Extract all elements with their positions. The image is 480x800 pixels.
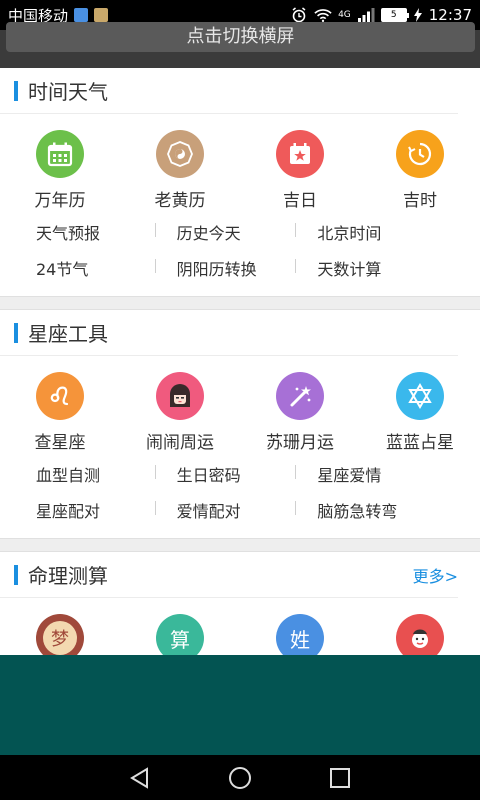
surname-icon: 姓 xyxy=(276,614,324,655)
clock-icon xyxy=(396,130,444,178)
tool-weekly-fortune[interactable]: 闹闹周运 xyxy=(120,372,240,456)
battery-icon: 5 xyxy=(380,8,409,22)
tool-label: 蓝蓝占星 xyxy=(386,433,454,453)
leo-icon xyxy=(36,372,84,420)
tool-lucky-hour[interactable]: 吉时 xyxy=(360,130,480,214)
dream-icon: 梦 xyxy=(36,614,84,655)
section-accent-bar xyxy=(14,564,18,585)
calculate-glyph: 算 xyxy=(170,627,190,652)
tool-label: 吉日 xyxy=(283,191,317,211)
image-notification-icon xyxy=(94,8,109,22)
section-title: 星座工具 xyxy=(28,322,108,346)
girl-avatar-icon xyxy=(156,372,204,420)
bagua-icon xyxy=(156,130,204,178)
tool-label: 吉时 xyxy=(403,191,437,211)
section-header: 命理测算 更多> xyxy=(0,552,458,598)
tool-find-sign[interactable]: 查星座 xyxy=(0,372,120,456)
calculate-icon: 算 xyxy=(156,614,204,655)
section-header: 时间天气 xyxy=(0,68,458,114)
switch-orientation-button[interactable]: 点击切换横屏 xyxy=(6,22,475,52)
home-button[interactable] xyxy=(222,760,258,796)
tool-surname[interactable]: 姓 xyxy=(240,614,360,655)
tool-perpetual-calendar[interactable]: 万年历 xyxy=(0,130,120,214)
network-type-label: 4G xyxy=(338,10,351,20)
fortune-god-icon xyxy=(396,614,444,655)
link-grid: 血型自测 生日密码 星座爱情 星座配对 爱情配对 脑筋急转弯 xyxy=(0,456,480,528)
section-fortune-calc: 命理测算 更多> 梦 算 姓 xyxy=(0,552,480,655)
app-notification-icon xyxy=(74,8,89,22)
tool-astrology[interactable]: 蓝蓝占星 xyxy=(360,372,480,456)
magic-wand-icon xyxy=(276,372,324,420)
tool-calculate[interactable]: 算 xyxy=(120,614,240,655)
tool-label: 老黄历 xyxy=(154,191,206,211)
more-link[interactable]: 更多> xyxy=(413,563,458,587)
tool-monthly-fortune[interactable]: 苏珊月运 xyxy=(240,372,360,456)
section-title: 时间天气 xyxy=(28,80,108,104)
section-horoscope-tools: 星座工具 查星座 闹闹周运 苏珊月运 蓝蓝占星 血型自测 生日密码 星座爱情 星… xyxy=(0,310,480,538)
link-grid: 天气预报 历史今天 北京时间 24节气 阴阳历转换 天数计算 xyxy=(0,214,480,286)
top-bar: 点击切换横屏 xyxy=(0,22,480,68)
tool-lucky-day[interactable]: 吉日 xyxy=(240,130,360,214)
bottom-panel xyxy=(0,655,480,755)
dream-glyph: 梦 xyxy=(43,621,77,655)
section-title: 命理测算 xyxy=(28,564,108,588)
link-beijing-time[interactable]: 北京时间 xyxy=(295,220,458,244)
navigation-bar xyxy=(0,755,480,800)
back-button[interactable] xyxy=(122,760,158,796)
link-row: 天气预报 历史今天 北京时间 xyxy=(36,214,458,250)
recent-apps-button[interactable] xyxy=(322,760,358,796)
tool-label: 万年历 xyxy=(34,191,86,211)
tool-label: 苏珊月运 xyxy=(266,433,334,453)
link-sign-love[interactable]: 星座爱情 xyxy=(295,462,458,486)
link-row: 血型自测 生日密码 星座爱情 xyxy=(36,456,458,492)
battery-level: 5 xyxy=(390,10,397,20)
hexagram-icon xyxy=(396,372,444,420)
link-day-count[interactable]: 天数计算 xyxy=(295,256,458,280)
tool-label: 查星座 xyxy=(34,433,86,453)
star-calendar-icon xyxy=(276,130,324,178)
home-icon xyxy=(229,766,251,789)
tool-dream[interactable]: 梦 xyxy=(0,614,120,655)
section-accent-bar xyxy=(14,322,18,343)
main-content[interactable]: 时间天气 万年历 老黄历 吉日 吉时 天气预报 历史今天 北京时间 24节气 阴… xyxy=(0,68,480,655)
back-icon xyxy=(130,766,148,789)
icon-row: 万年历 老黄历 吉日 吉时 xyxy=(0,114,480,214)
link-row: 星座配对 爱情配对 脑筋急转弯 xyxy=(36,492,458,528)
icon-row: 查星座 闹闹周运 苏珊月运 蓝蓝占星 xyxy=(0,356,480,456)
section-accent-bar xyxy=(14,80,18,101)
recent-apps-icon xyxy=(330,767,350,788)
tool-label: 闹闹周运 xyxy=(146,433,214,453)
link-row: 24节气 阴阳历转换 天数计算 xyxy=(36,250,458,286)
section-header: 星座工具 xyxy=(0,310,458,356)
surname-glyph: 姓 xyxy=(290,627,310,652)
tool-almanac[interactable]: 老黄历 xyxy=(120,130,240,214)
section-divider xyxy=(0,538,480,552)
icon-row: 梦 算 姓 xyxy=(0,598,480,655)
calendar-icon xyxy=(36,130,84,178)
section-divider xyxy=(0,296,480,310)
section-time-weather: 时间天气 万年历 老黄历 吉日 吉时 天气预报 历史今天 北京时间 24节气 阴… xyxy=(0,68,480,296)
tool-fortune-god[interactable] xyxy=(360,614,480,655)
link-brain-teaser[interactable]: 脑筋急转弯 xyxy=(295,498,458,522)
